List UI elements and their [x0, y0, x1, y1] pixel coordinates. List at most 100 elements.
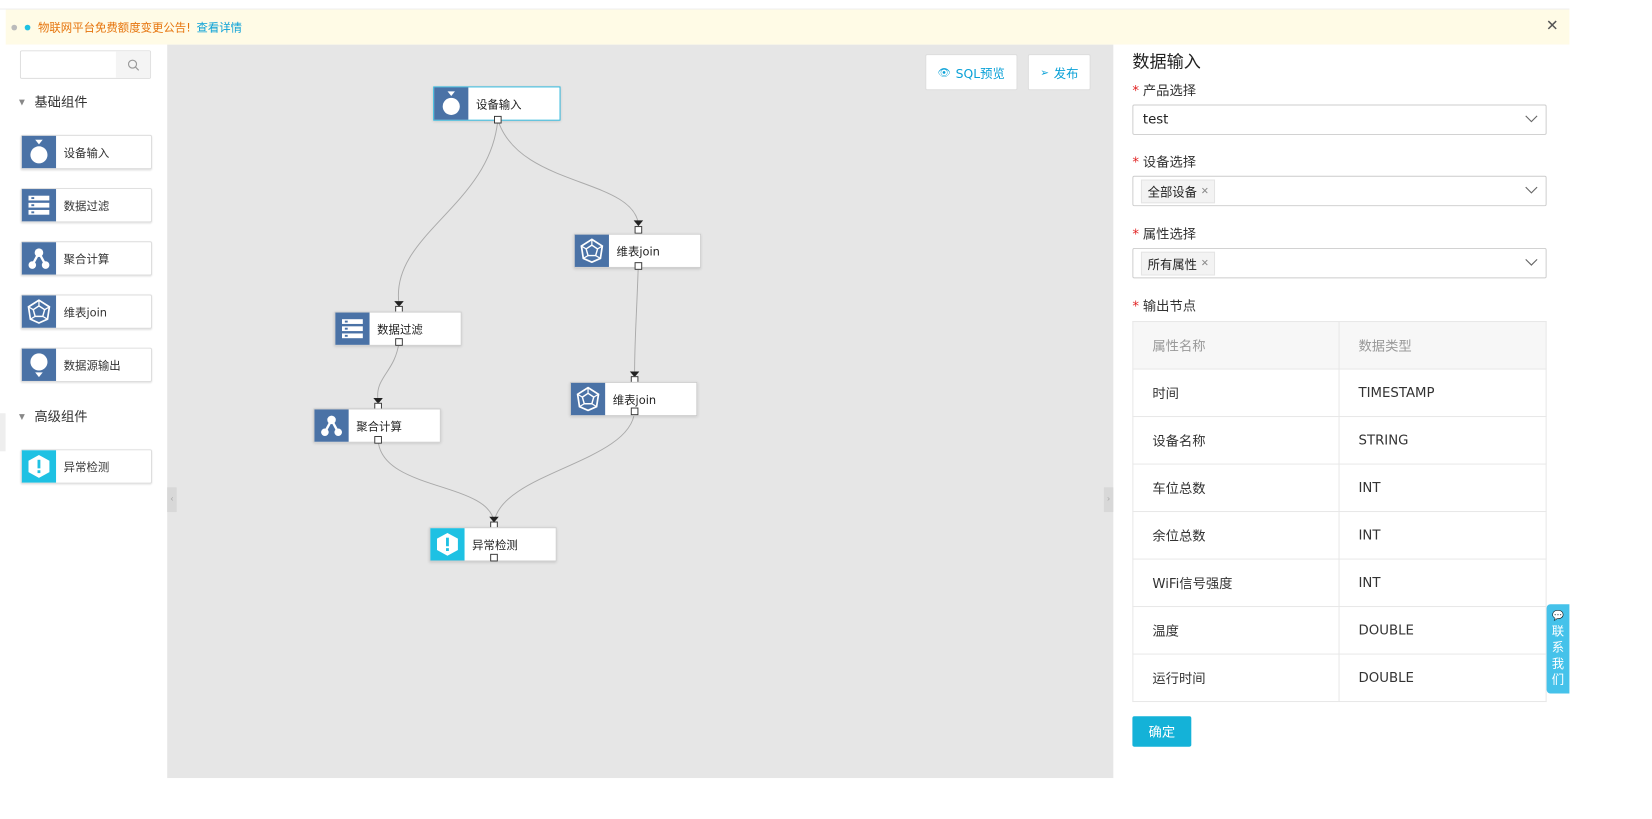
collapse-right-handle[interactable]: › [1103, 487, 1114, 513]
table-row: WiFi信号强度 INT [1132, 558, 1547, 608]
contact-us-button[interactable]: 💬 联 系 我 们 [1546, 604, 1570, 694]
component-dim-join[interactable]: 维表join [20, 294, 153, 329]
component-anomaly-detect[interactable]: 异常检测 [20, 449, 153, 484]
publish-button[interactable]: ➢ 发布 [1027, 54, 1091, 91]
component-label: 聚合计算 [63, 252, 110, 266]
tag-close-icon[interactable]: ✕ [1201, 186, 1209, 196]
output-port[interactable] [634, 262, 643, 270]
aggregate-icon [21, 242, 57, 275]
edge-filter-to-aggregate [377, 341, 400, 401]
component-label: 设备输入 [63, 145, 110, 160]
node-label: 聚合计算 [356, 419, 402, 433]
device-input-icon [21, 135, 57, 169]
component-label: 异常检测 [63, 460, 110, 474]
component-label: 数据源输出 [63, 358, 121, 372]
input-port[interactable] [634, 226, 643, 234]
node-label: 设备输入 [475, 97, 522, 111]
send-icon: ➢ [1040, 66, 1050, 79]
close-icon[interactable]: ✕ [1543, 16, 1562, 35]
product-label-text: 产品选择 [1142, 83, 1197, 99]
table-row: 温度 DOUBLE [1132, 606, 1547, 655]
group-advanced[interactable]: ▼ 高级组件 [19, 407, 88, 426]
attr-type-cell: STRING [1338, 416, 1547, 465]
output-port[interactable] [630, 407, 639, 416]
anomaly-detect-icon [430, 528, 465, 561]
search-input[interactable] [19, 50, 152, 79]
edge-join2-to-anomaly [493, 411, 636, 523]
required-mark: * [1132, 154, 1140, 171]
attr-type-cell: DOUBLE [1338, 606, 1547, 655]
output-port[interactable] [395, 338, 403, 346]
confirm-button[interactable]: 确定 [1132, 716, 1192, 747]
notice-bar: 物联网平台免费额度变更公告! 查看详情 ✕ [5, 9, 1570, 45]
top-bar [0, 0, 1570, 10]
anomaly-detect-icon [21, 450, 57, 483]
contact-char: 们 [1551, 673, 1565, 688]
device-label-text: 设备选择 [1142, 154, 1197, 171]
panel-title: 数据输入 [1132, 52, 1201, 73]
datasource-output-icon [21, 348, 57, 381]
component-data-filter[interactable]: 数据过滤 [20, 188, 153, 223]
device-label: * 设备选择 [1132, 152, 1196, 171]
table-row: 车位总数 INT [1132, 463, 1547, 513]
output-port[interactable] [494, 115, 502, 124]
node-label: 异常检测 [472, 538, 518, 552]
required-mark: * [1132, 227, 1140, 243]
caret-down-icon: ▼ [19, 97, 25, 106]
caret-down-icon: ▼ [19, 411, 25, 421]
output-label: * 输出节点 [1132, 296, 1196, 315]
component-device-input[interactable]: 设备输入 [20, 134, 153, 170]
attr-name-cell: 车位总数 [1132, 463, 1340, 513]
dim-join-icon [570, 382, 606, 416]
attr-type-cell: INT [1338, 463, 1547, 513]
product-select-value: test [1142, 112, 1169, 128]
group-basic[interactable]: ▼ 基础组件 [19, 92, 88, 111]
sql-preview-label: SQL预览 [955, 66, 1005, 82]
chevron-down-icon [1525, 115, 1538, 123]
attr-name-cell: 温度 [1132, 606, 1340, 655]
edge-aggregate-to-anomaly [377, 439, 495, 523]
aggregate-icon [314, 409, 349, 442]
attr-name-cell: 时间 [1132, 368, 1340, 418]
device-input-icon [434, 87, 469, 120]
node-label: 维表join [612, 392, 657, 407]
data-filter-icon [335, 312, 370, 345]
table-row: 设备名称 STRING [1132, 416, 1547, 465]
status-dot-gray [11, 24, 18, 30]
table-row: 时间 TIMESTAMP [1132, 368, 1547, 418]
notice-detail-link[interactable]: 查看详情 [196, 19, 242, 35]
component-aggregate[interactable]: 聚合计算 [20, 241, 153, 276]
attr-name-cell: 运行时间 [1132, 653, 1340, 703]
contact-char: 我 [1551, 657, 1565, 672]
edge-join1-to-join2 [634, 262, 639, 373]
tag-close-icon[interactable]: ✕ [1201, 258, 1209, 268]
attr-select[interactable]: 所有属性 ✕ [1132, 247, 1547, 279]
data-filter-icon [21, 189, 57, 222]
output-port[interactable] [374, 436, 382, 444]
eye-icon: 👁 [937, 66, 951, 79]
publish-label: 发布 [1053, 66, 1079, 82]
component-label: 数据过滤 [63, 199, 110, 213]
attr-label: * 属性选择 [1132, 224, 1196, 243]
node-label: 数据过滤 [377, 322, 423, 336]
component-datasource-output[interactable]: 数据源输出 [20, 347, 153, 382]
attr-name-cell: WiFi信号强度 [1132, 558, 1340, 608]
product-select[interactable]: test [1132, 104, 1547, 135]
sql-preview-button[interactable]: 👁 SQL预览 [925, 54, 1018, 91]
attr-type-cell: INT [1338, 511, 1547, 560]
column-header: 属性名称 [1132, 321, 1340, 370]
collapse-left-handle[interactable]: ‹ [167, 487, 177, 513]
contact-char: 联 [1551, 625, 1565, 640]
output-port[interactable] [490, 553, 498, 562]
attr-type-cell: INT [1338, 558, 1547, 608]
attr-tag: 所有属性 ✕ [1140, 251, 1216, 276]
property-panel: 数据输入 * 产品选择 test * 设备选择 全部设备 ✕ * 属性选择 所有属性 ✕ … [1113, 44, 1570, 779]
chevron-down-icon [1525, 258, 1538, 266]
device-select[interactable]: 全部设备 ✕ [1132, 175, 1547, 207]
table-row: 余位总数 INT [1132, 511, 1547, 560]
column-header: 数据类型 [1338, 321, 1547, 370]
flow-canvas[interactable]: 👁 SQL预览 ➢ 发布 设备输入 维表join 数据过滤 聚合计算 维表joi… [167, 44, 1114, 779]
attr-type-cell: DOUBLE [1338, 653, 1547, 703]
search-icon[interactable] [115, 51, 151, 78]
required-mark: * [1132, 83, 1140, 99]
